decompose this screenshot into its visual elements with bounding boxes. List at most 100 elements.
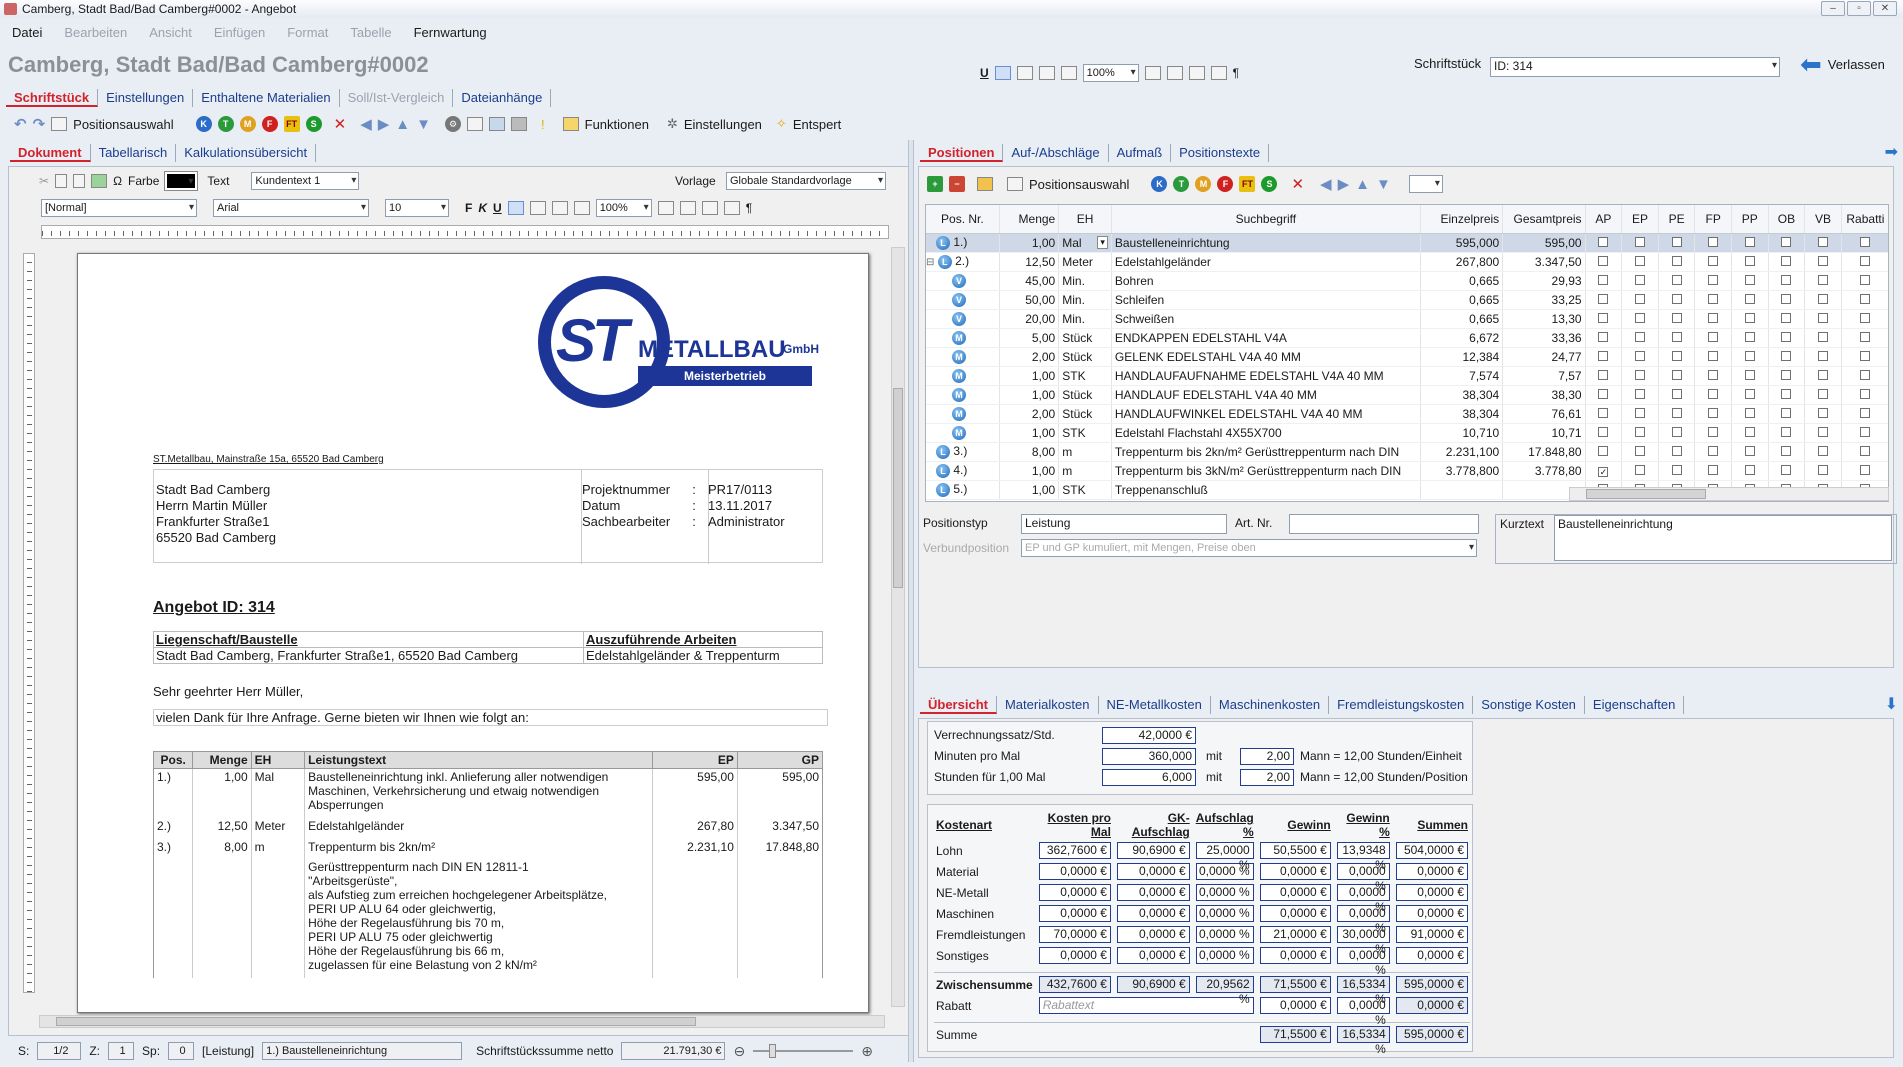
grid-checkbox[interactable] xyxy=(1781,312,1792,323)
grid-checkbox[interactable] xyxy=(1708,255,1719,266)
calc-icon[interactable] xyxy=(977,177,993,191)
grid-checkbox[interactable] xyxy=(1781,236,1792,247)
rabatt-value[interactable]: 0,0000 % xyxy=(1336,997,1390,1027)
grid-checkbox[interactable] xyxy=(1598,312,1609,323)
grid-checkbox[interactable] xyxy=(1634,255,1645,266)
grid-checkbox[interactable] xyxy=(1818,407,1829,418)
cost-value[interactable]: 0,0000 € xyxy=(1116,863,1190,880)
cost-value[interactable]: 362,7600 € xyxy=(1038,842,1111,859)
arrow-left-icon-2[interactable]: ◀ xyxy=(1320,175,1332,193)
tab-main_tabs[interactable]: Schriftstück xyxy=(6,89,99,107)
grid-checkbox[interactable] xyxy=(1598,236,1609,247)
add-position-icon[interactable]: + xyxy=(927,176,943,192)
grid-checkbox[interactable] xyxy=(1818,426,1829,437)
grid-such[interactable]: Treppenturm bis 3kN/m² Gerüsttreppenturm… xyxy=(1111,461,1421,481)
grid-col-header[interactable]: FP xyxy=(1694,205,1732,234)
grid-menge[interactable]: 1,00 xyxy=(999,385,1060,405)
grid-checkbox[interactable] xyxy=(1598,331,1609,342)
positionsauswahl-button[interactable]: Positionsauswahl xyxy=(73,117,173,132)
ft-icon-2[interactable]: FT xyxy=(1239,176,1256,192)
grid-col-header[interactable]: Einzelpreis xyxy=(1420,205,1504,234)
cost-value[interactable]: 70,0000 € xyxy=(1038,926,1111,943)
cost-value[interactable]: 90,6900 € xyxy=(1116,842,1190,859)
m-icon[interactable]: M xyxy=(239,116,256,132)
cost-value[interactable]: 0,0000 % xyxy=(1195,905,1254,922)
grid-checkbox[interactable] xyxy=(1671,369,1682,380)
list-bullet-button[interactable] xyxy=(1166,66,1183,80)
color-picker[interactable] xyxy=(164,171,199,191)
grid-checkbox[interactable] xyxy=(1671,255,1682,266)
grid-checkbox[interactable] xyxy=(1781,464,1792,475)
grid-ep[interactable]: 2.231,100 xyxy=(1420,442,1504,462)
cost-value[interactable]: 0,0000 € xyxy=(1116,947,1190,964)
align-center-button[interactable] xyxy=(1016,66,1033,80)
grid-checkbox[interactable] xyxy=(1781,293,1792,304)
menu-item[interactable]: Fernwartung xyxy=(414,22,487,44)
collapse-icon[interactable]: ⊟ xyxy=(926,257,934,268)
grid-menge[interactable]: 45,00 xyxy=(999,271,1060,291)
page-icon[interactable] xyxy=(467,117,483,131)
grid-ep[interactable]: 595,000 xyxy=(1420,233,1504,253)
horizontal-ruler[interactable] xyxy=(41,225,889,239)
grid-menge[interactable]: 1,00 xyxy=(999,423,1060,443)
grid-eh[interactable]: STK xyxy=(1058,366,1112,386)
tab-left_tabs[interactable]: Dokument xyxy=(10,144,91,162)
cost-value[interactable]: 0,0000 % xyxy=(1336,884,1390,914)
grid-checkbox[interactable] xyxy=(1818,255,1829,266)
image-insert-icon[interactable] xyxy=(91,174,108,188)
grid-checkbox[interactable] xyxy=(1744,445,1755,456)
list-numbered-button[interactable] xyxy=(1144,66,1161,80)
grid-col-header[interactable]: PE xyxy=(1658,205,1696,234)
f-icon[interactable]: F xyxy=(261,116,278,132)
grid-checkbox[interactable] xyxy=(1860,312,1871,323)
cost-value[interactable]: 91,0000 € xyxy=(1395,926,1468,943)
paste-icon[interactable] xyxy=(73,174,86,188)
grid-checkbox[interactable] xyxy=(1860,236,1871,247)
grid-checkbox[interactable] xyxy=(1708,407,1719,418)
tools-icon[interactable]: ⚙ xyxy=(445,116,461,132)
grid-checkbox[interactable] xyxy=(1671,350,1682,361)
grid-checkbox[interactable] xyxy=(1781,274,1792,285)
grid-checkbox[interactable] xyxy=(1708,426,1719,437)
cost-value[interactable]: 50,5500 € xyxy=(1259,842,1331,859)
grid-eh[interactable]: Mal ▾ xyxy=(1058,233,1112,253)
close-button[interactable]: ✕ xyxy=(1873,1,1897,16)
zoom-in-icon[interactable]: ⊕ xyxy=(861,1043,873,1060)
grid-ep[interactable]: 38,304 xyxy=(1420,385,1504,405)
grid-menge[interactable]: 50,00 xyxy=(999,290,1060,310)
align-left-button[interactable] xyxy=(994,66,1011,80)
pane-splitter[interactable] xyxy=(908,140,914,1062)
grid-eh[interactable]: Min. xyxy=(1058,309,1112,329)
grid-such[interactable]: Treppenturm bis 2kn/m² Gerüsttreppenturm… xyxy=(1111,442,1421,462)
grid-checkbox[interactable] xyxy=(1860,426,1871,437)
grid-menge[interactable]: 2,00 xyxy=(999,347,1060,367)
tab-bottom_tabs[interactable]: Fremdleistungskosten xyxy=(1329,696,1474,714)
f-icon-2[interactable]: F xyxy=(1217,176,1234,192)
grid-such[interactable]: GELENK EDELSTAHL V4A 40 MM xyxy=(1111,347,1421,367)
tab-right_tabs[interactable]: Positionstexte xyxy=(1171,144,1270,162)
grid-menge[interactable]: 5,00 xyxy=(999,328,1060,348)
grid-checkbox[interactable] xyxy=(1671,293,1682,304)
undo-icon[interactable]: ↶ xyxy=(14,115,27,133)
grid-such[interactable]: Schweißen xyxy=(1111,309,1421,329)
cost-value[interactable]: 0,0000 % xyxy=(1195,947,1254,964)
tab-bottom_tabs[interactable]: Sonstige Kosten xyxy=(1473,696,1585,714)
pilcrow-icon[interactable]: ¶ xyxy=(1233,66,1239,80)
grid-row[interactable]: M 2,00 Stück HANDLAUFWINKEL EDELSTAHL V4A … xyxy=(926,404,1888,424)
font-select[interactable]: Arial xyxy=(213,199,369,217)
grid-such[interactable]: Edelstahlgeländer xyxy=(1111,252,1421,272)
tab-main_tabs[interactable]: Einstellungen xyxy=(98,89,194,107)
tab-bottom_tabs[interactable]: NE-Metallkosten xyxy=(1099,696,1211,714)
grid-checkbox[interactable] xyxy=(1818,331,1829,342)
grid-eh[interactable]: Min. xyxy=(1058,290,1112,310)
list-indent-button[interactable] xyxy=(1188,66,1205,80)
size-select[interactable]: 10 xyxy=(385,199,449,217)
grid-menge[interactable]: 20,00 xyxy=(999,309,1060,329)
grid-checkbox[interactable] xyxy=(1744,388,1755,399)
arrow-down-icon-2[interactable]: ▼ xyxy=(1376,176,1391,193)
grid-ep[interactable]: 6,672 xyxy=(1420,328,1504,348)
cost-value[interactable]: 0,0000 € xyxy=(1038,905,1111,922)
bold-button[interactable]: F xyxy=(465,201,472,215)
arrow-left-icon[interactable]: ◀ xyxy=(360,115,372,133)
cost-value[interactable]: 0,0000 € xyxy=(1038,884,1111,901)
